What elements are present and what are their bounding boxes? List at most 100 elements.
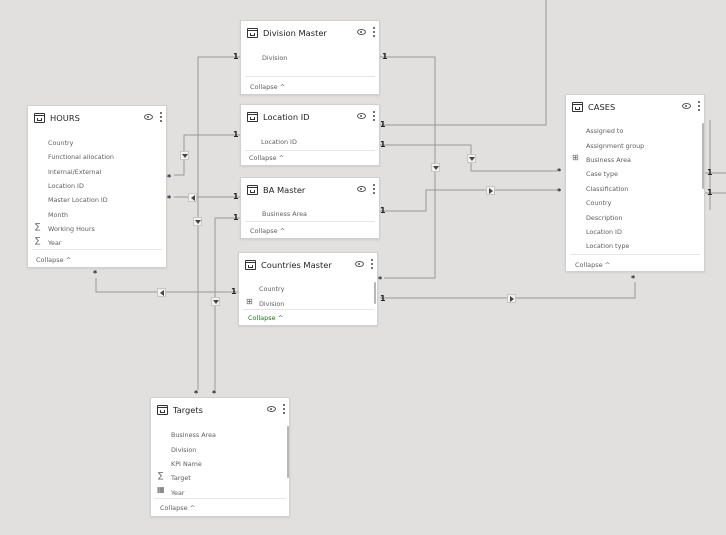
- field-business-area[interactable]: Business Area: [262, 210, 307, 218]
- filter-direction-down-icon: [467, 154, 476, 163]
- collapse-button[interactable]: Collapse ^: [249, 154, 284, 162]
- field-assigned-to[interactable]: Assigned to: [586, 127, 623, 135]
- eye-icon[interactable]: [267, 406, 276, 412]
- field-location-type[interactable]: Location type: [586, 242, 629, 250]
- table-targets[interactable]: Targets Business Area Division KPI Name …: [150, 397, 290, 517]
- cardinality-one: 1: [231, 287, 237, 296]
- collapse-button[interactable]: Collapse ^: [575, 261, 610, 269]
- cardinality-many: *: [557, 187, 562, 196]
- table-countries-master[interactable]: Countries Master Country ⊞ Division Coll…: [238, 252, 378, 326]
- table-cases[interactable]: CASES Assigned to Assignment group ⊞ Bus…: [565, 94, 705, 272]
- cardinality-many: *: [378, 275, 383, 284]
- field-business-area[interactable]: Business Area: [586, 156, 631, 164]
- table-icon: [247, 112, 258, 122]
- cardinality-one: 1: [380, 120, 386, 129]
- table-title: Targets: [173, 405, 203, 415]
- rel-location-top: [380, 0, 547, 126]
- cardinality-many: *: [167, 173, 172, 182]
- cardinality-one: 1: [233, 130, 239, 139]
- field-internal-external[interactable]: Internal/External: [48, 168, 101, 176]
- more-options-icon[interactable]: [159, 112, 162, 124]
- more-options-icon[interactable]: [697, 101, 700, 113]
- table-icon: [247, 185, 258, 195]
- cardinality-one: 1: [382, 52, 388, 61]
- field-country[interactable]: Country: [259, 285, 284, 293]
- field-kpi-name[interactable]: KPI Name: [171, 460, 202, 468]
- table-hours[interactable]: HOURS Country Functional allocation Inte…: [27, 105, 167, 268]
- table-title: CASES: [588, 102, 616, 112]
- scrollbar[interactable]: [287, 426, 289, 478]
- more-options-icon[interactable]: [372, 111, 375, 123]
- table-ba-master[interactable]: BA Master Business Area Collapse ^: [240, 177, 380, 239]
- field-division[interactable]: Division: [259, 300, 284, 308]
- rel-division-countries: [380, 56, 436, 279]
- cardinality-one: 1: [233, 213, 239, 222]
- eye-icon[interactable]: [682, 103, 691, 109]
- field-description[interactable]: Description: [586, 214, 622, 222]
- cardinality-one: 1: [380, 206, 386, 215]
- more-options-icon[interactable]: [370, 259, 373, 271]
- sigma-icon: ∑: [158, 471, 164, 480]
- sigma-icon: ∑: [35, 222, 41, 231]
- cardinality-many: *: [631, 274, 636, 283]
- table-icon: [572, 102, 583, 112]
- table-title: Location ID: [263, 112, 310, 122]
- table-division-master[interactable]: Division Master Division Collapse ^: [240, 20, 380, 95]
- field-location-id[interactable]: Location ID: [586, 228, 622, 236]
- filter-direction-left-icon: [188, 193, 197, 202]
- field-business-area[interactable]: Business Area: [171, 431, 216, 439]
- collapse-button[interactable]: Collapse ^: [160, 504, 195, 512]
- field-year[interactable]: Year: [48, 239, 62, 247]
- field-year[interactable]: Year: [171, 489, 185, 497]
- collapse-button[interactable]: Collapse ^: [250, 83, 285, 91]
- cardinality-one: 1: [707, 168, 713, 177]
- filter-direction-down-icon: [431, 163, 440, 172]
- field-division[interactable]: Division: [262, 54, 287, 62]
- more-options-icon[interactable]: [372, 27, 375, 39]
- cardinality-one: 1: [233, 52, 239, 61]
- table-title: Countries Master: [261, 260, 332, 270]
- field-assignment-group[interactable]: Assignment group: [586, 142, 644, 150]
- cardinality-many: *: [167, 194, 172, 203]
- cardinality-many: *: [93, 269, 98, 278]
- field-case-type[interactable]: Case type: [586, 170, 618, 178]
- field-working-hours[interactable]: Working Hours: [48, 225, 95, 233]
- filter-direction-right-icon: [507, 294, 516, 303]
- table-icon: [34, 113, 45, 123]
- table-title: BA Master: [263, 185, 306, 195]
- scrollbar[interactable]: [374, 282, 376, 304]
- field-functional-allocation[interactable]: Functional allocation: [48, 153, 114, 161]
- field-location-id[interactable]: Location ID: [48, 182, 84, 190]
- hierarchy-icon: ⊞: [572, 153, 579, 162]
- cardinality-one: 1: [707, 188, 713, 197]
- filter-direction-left-icon: [157, 288, 166, 297]
- eye-icon[interactable]: [357, 186, 366, 192]
- table-location-id[interactable]: Location ID Location ID Collapse ^: [240, 104, 380, 166]
- collapse-button[interactable]: Collapse ^: [250, 227, 285, 235]
- collapse-button[interactable]: Collapse ^: [248, 314, 283, 322]
- field-master-location-id[interactable]: Master Location ID: [48, 196, 108, 204]
- hierarchy-icon: ⊞: [246, 297, 253, 306]
- calendar-icon: ▦: [157, 485, 165, 494]
- eye-icon[interactable]: [357, 113, 366, 119]
- cardinality-one: 1: [380, 140, 386, 149]
- field-month[interactable]: Month: [48, 211, 68, 219]
- cardinality-many: *: [557, 167, 562, 176]
- field-location-id[interactable]: Location ID: [261, 138, 297, 146]
- filter-direction-down-icon: [180, 151, 189, 160]
- field-country[interactable]: Country: [586, 199, 611, 207]
- field-division[interactable]: Division: [171, 446, 196, 454]
- table-title: Division Master: [263, 28, 327, 38]
- eye-icon[interactable]: [357, 29, 366, 35]
- more-options-icon[interactable]: [372, 184, 375, 196]
- field-target[interactable]: Target: [171, 474, 191, 482]
- more-options-icon[interactable]: [282, 404, 285, 416]
- eye-icon[interactable]: [144, 114, 153, 120]
- eye-icon[interactable]: [355, 261, 364, 267]
- collapse-button[interactable]: Collapse ^: [36, 256, 71, 264]
- field-classification[interactable]: Classification: [586, 185, 628, 193]
- table-title: HOURS: [50, 113, 80, 123]
- model-canvas[interactable]: 1 1 1 1 1 1 1 1 1 1 1 1 * * * * * * * * …: [0, 0, 726, 535]
- field-country[interactable]: Country: [48, 139, 73, 147]
- scrollbar[interactable]: [702, 123, 704, 189]
